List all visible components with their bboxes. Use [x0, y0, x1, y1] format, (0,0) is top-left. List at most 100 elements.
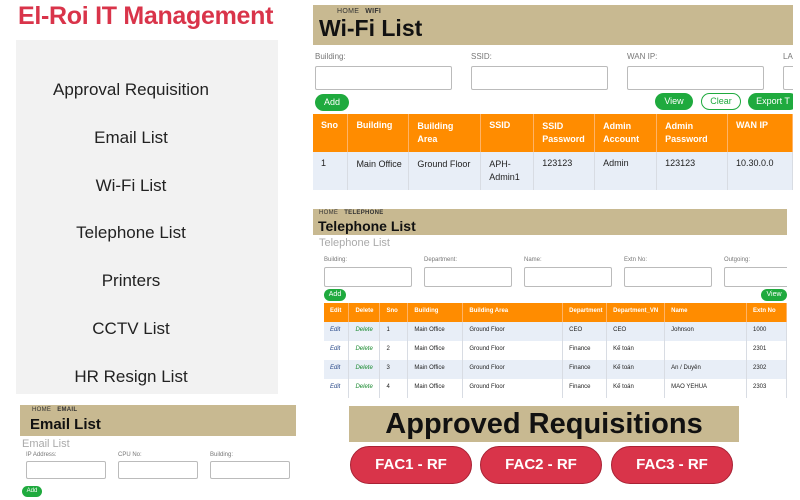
nav-approval-requisition[interactable]: Approval Requisition: [16, 80, 246, 100]
nav-telephone-list[interactable]: Telephone List: [16, 223, 246, 243]
email-add-button[interactable]: Add: [22, 486, 42, 497]
col-department-vn: Department_VN: [606, 303, 666, 322]
col-sno: Sno: [379, 303, 409, 322]
wifi-building-label: Building:: [315, 52, 346, 61]
nav-email-list[interactable]: Email List: [16, 128, 246, 148]
telephone-breadcrumb: HOME TELEPHONE: [319, 210, 384, 216]
wifi-la-label: LA: [783, 52, 793, 61]
cell-admin-account: Admin: [594, 152, 658, 190]
cell-wan-ip: 10.30.0.0: [727, 152, 793, 190]
cell-sno: 1: [313, 152, 349, 190]
breadcrumb-current: WIFI: [365, 8, 382, 15]
cell-building: Main Office: [407, 322, 464, 341]
tel-department-input[interactable]: [424, 267, 512, 287]
table-row: Edit Delete 2 Main Office Ground Floor F…: [324, 341, 787, 360]
cell-department-vn: Kế toán: [606, 341, 666, 360]
cell-building: Main Office: [407, 379, 464, 398]
cell-extn-no: 2301: [746, 341, 787, 360]
delete-link[interactable]: Delete: [348, 360, 381, 379]
tel-building-label: Building:: [324, 257, 348, 263]
email-breadcrumb: HOME EMAIL: [32, 407, 77, 413]
col-extn-no: Extn No: [746, 303, 787, 322]
email-building-input[interactable]: [210, 461, 290, 479]
cell-extn-no: 1000: [746, 322, 787, 341]
email-page-title: Email List: [30, 416, 101, 433]
col-edit: Edit: [324, 303, 350, 322]
col-building-area: Building Area: [462, 303, 564, 322]
cell-sno: 3: [379, 360, 409, 379]
delete-link[interactable]: Delete: [348, 341, 381, 360]
email-building-label: Building:: [210, 452, 234, 458]
tel-building-input[interactable]: [324, 267, 412, 287]
col-building: Building: [347, 114, 410, 152]
wifi-page-title: Wi-Fi List: [319, 15, 423, 41]
wifi-header: HOME WIFI Wi-Fi List: [313, 5, 793, 45]
wifi-building-input[interactable]: [315, 66, 452, 90]
email-ip-input[interactable]: [26, 461, 106, 479]
cell-department: Finance: [562, 341, 608, 360]
edit-link[interactable]: Edit: [324, 379, 350, 398]
fac2-rf-button[interactable]: FAC2 - RF: [480, 446, 602, 484]
nav-hr-resign-list[interactable]: HR Resign List: [16, 367, 246, 387]
tel-name-input[interactable]: [524, 267, 612, 287]
wifi-breadcrumb: HOME WIFI: [337, 8, 381, 15]
telephone-header: HOME TELEPHONE Telephone List: [313, 209, 787, 235]
fac3-rf-button[interactable]: FAC3 - RF: [611, 446, 733, 484]
col-delete: Delete: [348, 303, 381, 322]
cell-extn-no: 2302: [746, 360, 787, 379]
breadcrumb-home[interactable]: HOME: [337, 8, 359, 15]
col-building: Building: [407, 303, 464, 322]
delete-link[interactable]: Delete: [348, 322, 381, 341]
edit-link[interactable]: Edit: [324, 360, 350, 379]
col-sno: Sno: [313, 114, 349, 152]
email-cpu-label: CPU No:: [118, 452, 142, 458]
breadcrumb-home[interactable]: HOME: [32, 407, 51, 413]
email-cpu-input[interactable]: [118, 461, 198, 479]
cell-building-area: Ground Floor: [462, 379, 564, 398]
wifi-clear-button[interactable]: Clear: [701, 93, 741, 110]
wifi-export-button[interactable]: Export T: [748, 93, 793, 110]
cell-sno: 4: [379, 379, 409, 398]
breadcrumb-home[interactable]: HOME: [319, 210, 338, 216]
wifi-panel: HOME WIFI Wi-Fi List Building: SSID: WAN …: [313, 5, 793, 190]
cell-name: MAO YEHUA: [664, 379, 747, 398]
col-ssid: SSID: [480, 114, 535, 152]
cell-building-area: Ground Floor: [462, 360, 564, 379]
cell-sno: 1: [379, 322, 409, 341]
nav-wifi-list[interactable]: Wi-Fi List: [16, 176, 246, 196]
sidebar-nav: Approval Requisition Email List Wi-Fi Li…: [16, 40, 278, 394]
wifi-view-button[interactable]: View: [655, 93, 693, 110]
tel-outgoing-input[interactable]: [724, 267, 787, 287]
tel-view-button[interactable]: View: [761, 289, 787, 301]
nav-printers[interactable]: Printers: [16, 271, 246, 291]
cell-department: Finance: [562, 379, 608, 398]
email-header: HOME EMAIL Email List: [20, 405, 296, 436]
cell-department: CEO: [562, 322, 608, 341]
edit-link[interactable]: Edit: [324, 322, 350, 341]
nav-cctv-list[interactable]: CCTV List: [16, 319, 246, 339]
tel-add-button[interactable]: Add: [324, 289, 346, 301]
tel-department-label: Department:: [424, 257, 458, 263]
cell-extn-no: 2303: [746, 379, 787, 398]
col-admin-password: Admin Password: [656, 114, 729, 152]
wifi-ssid-input[interactable]: [471, 66, 608, 90]
wifi-add-button[interactable]: Add: [315, 94, 349, 111]
col-building-area: Building Area: [408, 114, 482, 152]
col-admin-account: Admin Account: [594, 114, 658, 152]
telephone-panel: HOME TELEPHONE Telephone List Telephone L…: [313, 209, 787, 399]
table-row: 1 Main Office Ground Floor APH-Admin1 12…: [313, 152, 793, 190]
wifi-la-input[interactable]: [783, 66, 793, 90]
table-row: Edit Delete 1 Main Office Ground Floor C…: [324, 322, 787, 341]
delete-link[interactable]: Delete: [348, 379, 381, 398]
tel-extn-label: Extn No:: [624, 257, 648, 263]
cell-ssid: APH-Admin1: [480, 152, 535, 190]
tel-extn-input[interactable]: [624, 267, 712, 287]
cell-admin-password: 123123: [656, 152, 729, 190]
cell-building: Main Office: [407, 341, 464, 360]
fac1-rf-button[interactable]: FAC1 - RF: [350, 446, 472, 484]
cell-department-vn: Kế toán: [606, 379, 666, 398]
edit-link[interactable]: Edit: [324, 341, 350, 360]
wifi-wanip-input[interactable]: [627, 66, 764, 90]
col-name: Name: [664, 303, 747, 322]
cell-sno: 2: [379, 341, 409, 360]
